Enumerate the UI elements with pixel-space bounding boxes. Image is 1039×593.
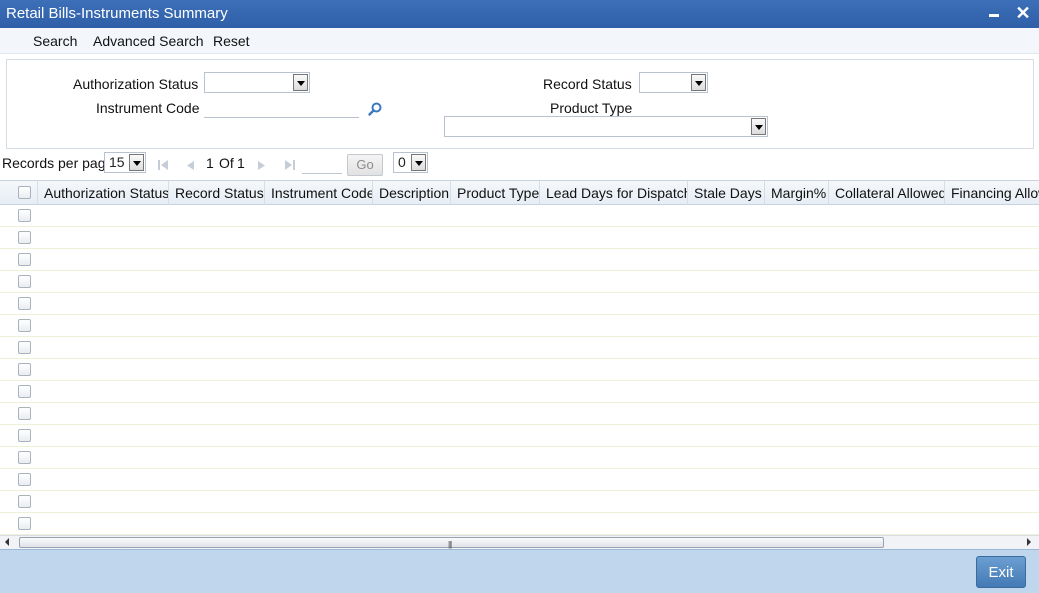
go-button[interactable]: Go	[347, 154, 383, 176]
records-per-page-value: 15	[109, 154, 125, 170]
reset-button[interactable]: Reset	[213, 33, 250, 49]
pagination-bar: Records per page 15 1 Of 1 0	[0, 150, 1039, 178]
row-checkbox[interactable]	[18, 407, 31, 420]
row-checkbox[interactable]	[18, 495, 31, 508]
column-header[interactable]: Margin%	[765, 181, 829, 205]
authorization-status-select[interactable]	[204, 72, 310, 93]
column-header[interactable]: Authorization Status	[38, 181, 169, 205]
row-checkbox[interactable]	[18, 341, 31, 354]
table-row[interactable]	[0, 447, 1039, 469]
column-header[interactable]: Stale Days	[688, 181, 765, 205]
exit-button[interactable]: Exit	[976, 556, 1026, 588]
select-all-cell	[0, 181, 38, 205]
current-page: 1	[206, 155, 214, 171]
record-status-label: Record Status	[543, 76, 632, 92]
minimize-button[interactable]	[983, 2, 1005, 24]
table-row[interactable]	[0, 491, 1039, 513]
goto-page-input[interactable]	[302, 156, 342, 174]
row-checkbox[interactable]	[18, 209, 31, 222]
row-checkbox[interactable]	[18, 473, 31, 486]
chevron-down-icon	[129, 154, 144, 171]
table-row[interactable]	[0, 227, 1039, 249]
column-header[interactable]: Instrument Code	[265, 181, 373, 205]
row-checkbox[interactable]	[18, 517, 31, 530]
instrument-code-label: Instrument Code	[96, 100, 200, 116]
row-checkbox[interactable]	[18, 451, 31, 464]
minimize-icon	[989, 14, 999, 17]
column-header[interactable]: Lead Days for Dispatch	[540, 181, 688, 205]
scrollbar-thumb[interactable]: |||	[19, 537, 884, 549]
records-per-page-select[interactable]: 15	[104, 152, 146, 173]
close-button[interactable]: ✕	[1012, 2, 1034, 24]
table-row[interactable]	[0, 271, 1039, 293]
table-row[interactable]	[0, 425, 1039, 447]
title-bar: Retail Bills-Instruments Summary ✕	[0, 0, 1039, 28]
page-jump-select[interactable]: 0	[393, 152, 428, 173]
table-row[interactable]	[0, 205, 1039, 227]
row-checkbox[interactable]	[18, 275, 31, 288]
row-checkbox[interactable]	[18, 297, 31, 310]
table-row[interactable]	[0, 359, 1039, 381]
close-icon: ✕	[1015, 3, 1031, 23]
table-row[interactable]	[0, 337, 1039, 359]
last-page-icon[interactable]	[283, 158, 297, 172]
prev-page-icon[interactable]	[183, 158, 197, 172]
column-header[interactable]: Product Type	[451, 181, 540, 205]
footer-bar: Exit	[0, 549, 1039, 593]
table-row[interactable]	[0, 513, 1039, 535]
chevron-down-icon	[293, 74, 308, 91]
total-pages: 1	[237, 155, 245, 171]
column-header[interactable]: Financing Allow	[945, 181, 1039, 205]
search-button[interactable]: Search	[33, 33, 77, 49]
row-checkbox[interactable]	[18, 319, 31, 332]
authorization-status-label: Authorization Status	[73, 76, 199, 92]
row-checkbox[interactable]	[18, 253, 31, 266]
results-grid: Authorization Status Record Status Instr…	[0, 180, 1039, 536]
select-all-checkbox[interactable]	[18, 186, 31, 199]
table-row[interactable]	[0, 403, 1039, 425]
horizontal-scrollbar[interactable]: |||	[0, 535, 1039, 549]
search-icon[interactable]	[367, 101, 383, 117]
instrument-code-input[interactable]	[204, 98, 359, 118]
table-row[interactable]	[0, 315, 1039, 337]
chevron-down-icon	[691, 74, 706, 91]
window-title: Retail Bills-Instruments Summary	[6, 5, 228, 22]
product-type-select[interactable]	[444, 116, 768, 137]
scroll-left-icon[interactable]	[5, 538, 9, 546]
first-page-icon[interactable]	[156, 158, 170, 172]
column-header[interactable]: Description	[373, 181, 451, 205]
scroll-right-icon[interactable]	[1027, 538, 1031, 546]
table-row[interactable]	[0, 249, 1039, 271]
row-checkbox[interactable]	[18, 429, 31, 442]
record-status-select[interactable]	[639, 72, 708, 93]
toolbar: Search Advanced Search Reset	[0, 28, 1039, 54]
column-header[interactable]: Collateral Allowed	[829, 181, 945, 205]
advanced-search-button[interactable]: Advanced Search	[93, 33, 204, 49]
product-type-label: Product Type	[550, 100, 633, 116]
column-header[interactable]: Record Status	[169, 181, 265, 205]
of-label: Of	[219, 155, 234, 171]
chevron-down-icon	[411, 154, 426, 171]
row-checkbox[interactable]	[18, 231, 31, 244]
records-per-page-label: Records per page	[2, 155, 114, 171]
page-jump-value: 0	[398, 154, 406, 170]
grid-header: Authorization Status Record Status Instr…	[0, 181, 1039, 205]
table-row[interactable]	[0, 469, 1039, 491]
chevron-down-icon	[751, 118, 766, 135]
next-page-icon[interactable]	[255, 158, 269, 172]
grip-icon: |||	[448, 540, 452, 549]
row-checkbox[interactable]	[18, 363, 31, 376]
row-checkbox[interactable]	[18, 385, 31, 398]
table-row[interactable]	[0, 293, 1039, 315]
table-row[interactable]	[0, 381, 1039, 403]
